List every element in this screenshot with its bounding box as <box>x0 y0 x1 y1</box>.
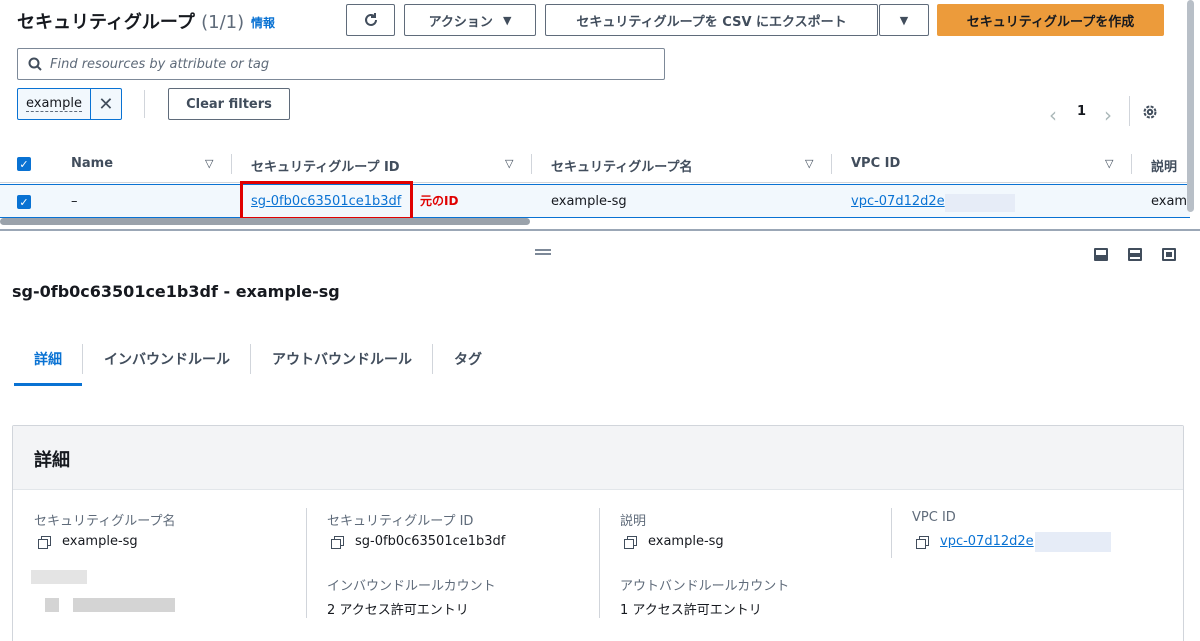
clear-filters-button[interactable]: Clear filters <box>168 88 290 120</box>
inbound-count-value: 2 アクセス許可エントリ <box>327 603 469 618</box>
copy-icon[interactable] <box>38 535 51 549</box>
export-label: セキュリティグループを CSV にエクスポート <box>576 14 847 30</box>
tab-outbound-rules[interactable]: アウトバウンドルール <box>272 349 412 369</box>
chevron-right-icon[interactable]: › <box>1104 103 1112 127</box>
layout-side-icon[interactable] <box>1128 248 1142 261</box>
caret-down-icon: ▼ <box>899 13 909 27</box>
sg-name-value: example-sg <box>38 534 138 549</box>
tab-divider <box>432 344 433 374</box>
divider <box>144 90 145 118</box>
layout-full-icon[interactable] <box>1162 248 1176 261</box>
cell-vpc-id-link[interactable]: vpc-07d12d2e <box>851 194 945 209</box>
sg-id-label: セキュリティグループ ID <box>327 514 474 529</box>
close-icon[interactable]: ✕ <box>91 89 121 119</box>
column-header-sg-name[interactable]: セキュリティグループ名 <box>551 156 692 175</box>
create-label: セキュリティグループを作成 <box>966 14 1135 30</box>
redacted-area <box>31 570 87 584</box>
sg-name-label: セキュリティグループ名 <box>34 514 176 529</box>
page-title: セキュリティグループ (1/1) <box>17 8 244 34</box>
actions-label: アクション <box>428 14 493 30</box>
vpc-id-value: vpc-07d12d2e <box>916 534 1034 549</box>
detail-tabs: 詳細 インバウンドルール アウトバウンドルール タグ <box>14 340 1184 388</box>
annotation-label: 元のID <box>420 194 459 208</box>
redacted-area <box>73 598 175 612</box>
column-header-sg-id[interactable]: セキュリティグループ ID <box>251 156 400 175</box>
detail-title: sg-0fb0c63501ce1b3df - example-sg <box>12 282 340 301</box>
column-divider <box>599 508 600 618</box>
column-divider[interactable] <box>231 154 232 174</box>
search-placeholder: Find resources by attribute or tag <box>50 56 270 72</box>
sg-id-value: sg-0fb0c63501ce1b3df <box>331 534 505 549</box>
inbound-count-label: インバウンドルールカウント <box>327 579 496 594</box>
actions-button[interactable]: アクション ▼ <box>404 4 536 36</box>
redacted-area <box>945 194 1015 212</box>
search-input[interactable]: Find resources by attribute or tag <box>17 48 665 80</box>
split-panel-divider <box>0 229 1200 231</box>
outbound-count-label: アウトバンドルールカウント <box>620 579 790 594</box>
tab-divider <box>82 344 83 374</box>
gear-icon[interactable] <box>1141 103 1159 121</box>
selection-count: (1/1) <box>201 12 245 33</box>
table-header: ✓ Name ▽ セキュリティグループ ID ▽ セキュリティグループ名 ▽ V… <box>0 145 1190 183</box>
vpc-id-link[interactable]: vpc-07d12d2e <box>940 534 1034 549</box>
redacted-area <box>45 598 59 612</box>
filter-token[interactable]: example ✕ <box>17 88 122 120</box>
table-row[interactable]: ✓ – sg-0fb0c63501ce1b3df example-sg vpc-… <box>0 184 1190 218</box>
export-csv-button[interactable]: セキュリティグループを CSV にエクスポート <box>545 4 878 36</box>
row-checkbox[interactable]: ✓ <box>17 195 31 209</box>
chevron-left-icon[interactable]: ‹ <box>1049 103 1057 127</box>
column-divider[interactable] <box>1131 154 1132 174</box>
clear-filters-label: Clear filters <box>186 96 272 112</box>
details-card: 詳細 セキュリティグループ名 example-sg セキュリティグループ ID … <box>12 425 1184 641</box>
active-tab-indicator <box>14 383 82 386</box>
cell-name: – <box>71 194 78 209</box>
details-card-title: 詳細 <box>34 450 70 471</box>
drag-handle-icon[interactable] <box>535 249 551 255</box>
description-label: 説明 <box>620 514 647 529</box>
info-link[interactable]: 情報 <box>251 14 275 31</box>
tab-inbound-rules[interactable]: インバウンドルール <box>104 349 230 369</box>
sort-caret-icon[interactable]: ▽ <box>805 157 813 170</box>
column-header-name[interactable]: Name <box>71 156 113 171</box>
details-card-header: 詳細 <box>13 426 1183 490</box>
tab-tags[interactable]: タグ <box>454 349 482 369</box>
create-security-group-button[interactable]: セキュリティグループを作成 <box>937 4 1164 36</box>
column-header-description[interactable]: 説明 <box>1151 156 1177 175</box>
vpc-id-label: VPC ID <box>912 510 956 525</box>
page-title-text: セキュリティグループ <box>17 12 195 33</box>
redacted-area <box>1035 532 1111 552</box>
tab-details[interactable]: 詳細 <box>34 349 62 369</box>
copy-icon[interactable] <box>916 535 929 549</box>
layout-bottom-icon[interactable] <box>1094 248 1108 261</box>
column-divider <box>891 508 892 558</box>
description-value: example-sg <box>624 534 724 549</box>
divider <box>1129 96 1130 126</box>
horizontal-scrollbar[interactable] <box>0 218 530 225</box>
outbound-count-value: 1 アクセス許可エントリ <box>620 603 762 618</box>
cell-sg-name: example-sg <box>551 194 627 209</box>
copy-icon[interactable] <box>624 535 637 549</box>
export-options-button[interactable]: ▼ <box>879 4 929 36</box>
caret-down-icon: ▼ <box>502 13 512 27</box>
sort-caret-icon[interactable]: ▽ <box>205 157 213 170</box>
page-number[interactable]: 1 <box>1077 104 1086 119</box>
search-icon <box>28 57 42 71</box>
column-divider[interactable] <box>831 154 832 174</box>
security-groups-list-panel: セキュリティグループ (1/1) 情報 アクション ▼ セキュリティグループを … <box>0 0 1200 229</box>
sort-caret-icon[interactable]: ▽ <box>1105 157 1113 170</box>
cell-description: exam <box>1151 194 1188 209</box>
column-divider <box>306 508 307 618</box>
filter-token-value[interactable]: example <box>18 89 91 119</box>
annotation-highlight-box <box>240 181 413 220</box>
column-header-vpc-id[interactable]: VPC ID <box>851 156 900 171</box>
copy-icon[interactable] <box>331 535 344 549</box>
sort-caret-icon[interactable]: ▽ <box>505 157 513 170</box>
refresh-button[interactable] <box>346 4 395 36</box>
refresh-icon <box>364 13 377 26</box>
vertical-scrollbar[interactable] <box>1187 0 1194 212</box>
select-all-checkbox[interactable]: ✓ <box>17 157 31 171</box>
tab-divider <box>250 344 251 374</box>
column-divider[interactable] <box>531 154 532 174</box>
